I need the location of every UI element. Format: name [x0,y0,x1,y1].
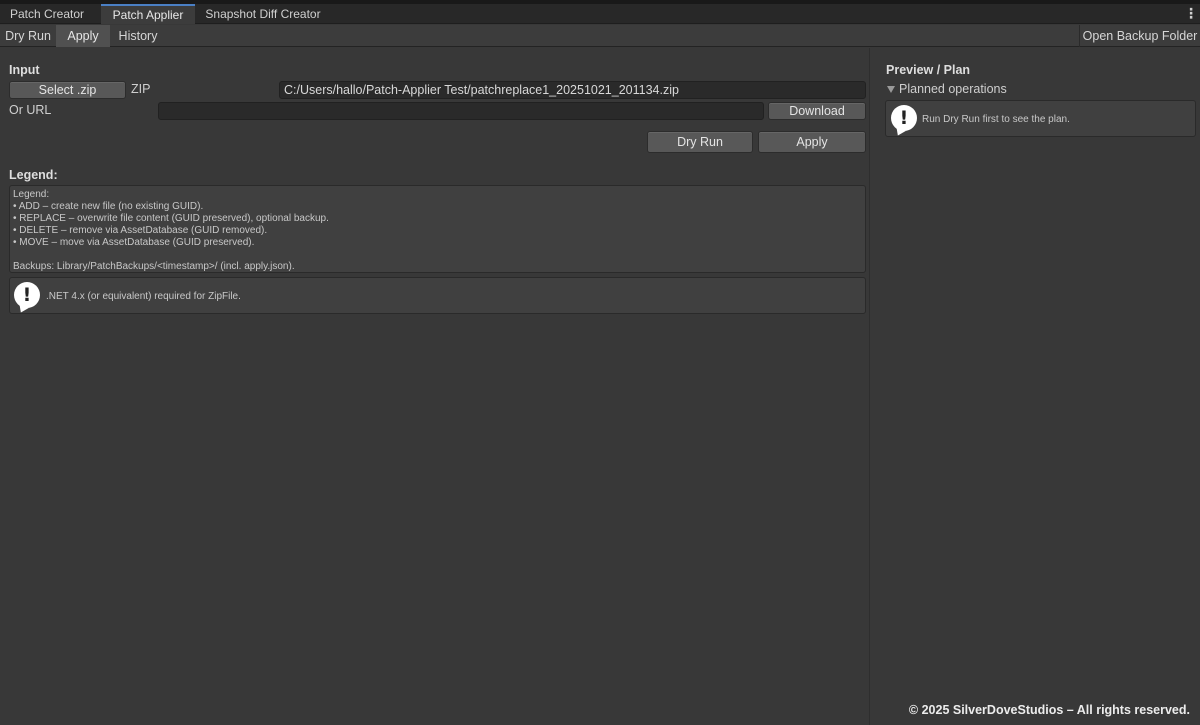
legend-section-title: Legend: [9,168,58,182]
copyright-footer: © 2025 SilverDoveStudios – All rights re… [908,703,1190,717]
toolbar-apply-button[interactable]: Apply [56,25,110,47]
dry-run-button[interactable]: Dry Run [647,131,753,153]
preview-hint-text: Run Dry Run first to see the plan. [922,114,1070,125]
preview-section-title: Preview / Plan [886,63,971,77]
mode-toolbar: Dry Run Apply History Open Backup Folder [0,25,1200,47]
legend-text: Legend: • ADD – create new file (no exis… [13,189,329,272]
dotnet-warning-text: .NET 4.x (or equivalent) required for Zi… [46,291,241,302]
tab-snapshot-diff-creator[interactable]: Snapshot Diff Creator [195,4,331,24]
legend-help-box: Legend: • ADD – create new file (no exis… [9,185,866,273]
exclamation-bubble-icon: ! [14,282,40,308]
zip-path-field[interactable]: C:/Users/hallo/Patch-Applier Test/patchr… [279,81,866,99]
triangle-down-icon[interactable] [887,86,895,93]
exclamation-bubble-icon: ! [891,105,917,131]
tab-patch-creator[interactable]: Patch Creator [0,4,94,24]
tab-patch-applier[interactable]: Patch Applier [101,4,195,24]
url-label: Or URL [9,103,52,117]
main-tab-bar: Patch Creator Patch Applier Snapshot Dif… [0,4,1200,24]
planned-operations-foldout[interactable]: Planned operations [899,82,1007,96]
select-zip-button[interactable]: Select .zip [9,81,126,99]
preview-hint-box: ! Run Dry Run first to see the plan. [885,100,1196,137]
patch-applier-window: Patch Creator Patch Applier Snapshot Dif… [0,0,1200,725]
dotnet-warning-box: ! .NET 4.x (or equivalent) required for … [9,277,866,314]
input-section-title: Input [9,63,40,77]
toolbar-dry-run-button[interactable]: Dry Run [0,25,56,47]
apply-button[interactable]: Apply [758,131,866,153]
toolbar-history-button[interactable]: History [110,25,166,47]
open-backup-folder-button[interactable]: Open Backup Folder [1079,25,1200,47]
download-button[interactable]: Download [768,102,866,120]
zip-label: ZIP [131,82,151,96]
kebab-menu-icon[interactable]: ⋮ [1184,4,1198,24]
preview-pane: Preview / Plan Planned operations ! Run … [869,48,1200,725]
url-input[interactable] [158,102,764,120]
